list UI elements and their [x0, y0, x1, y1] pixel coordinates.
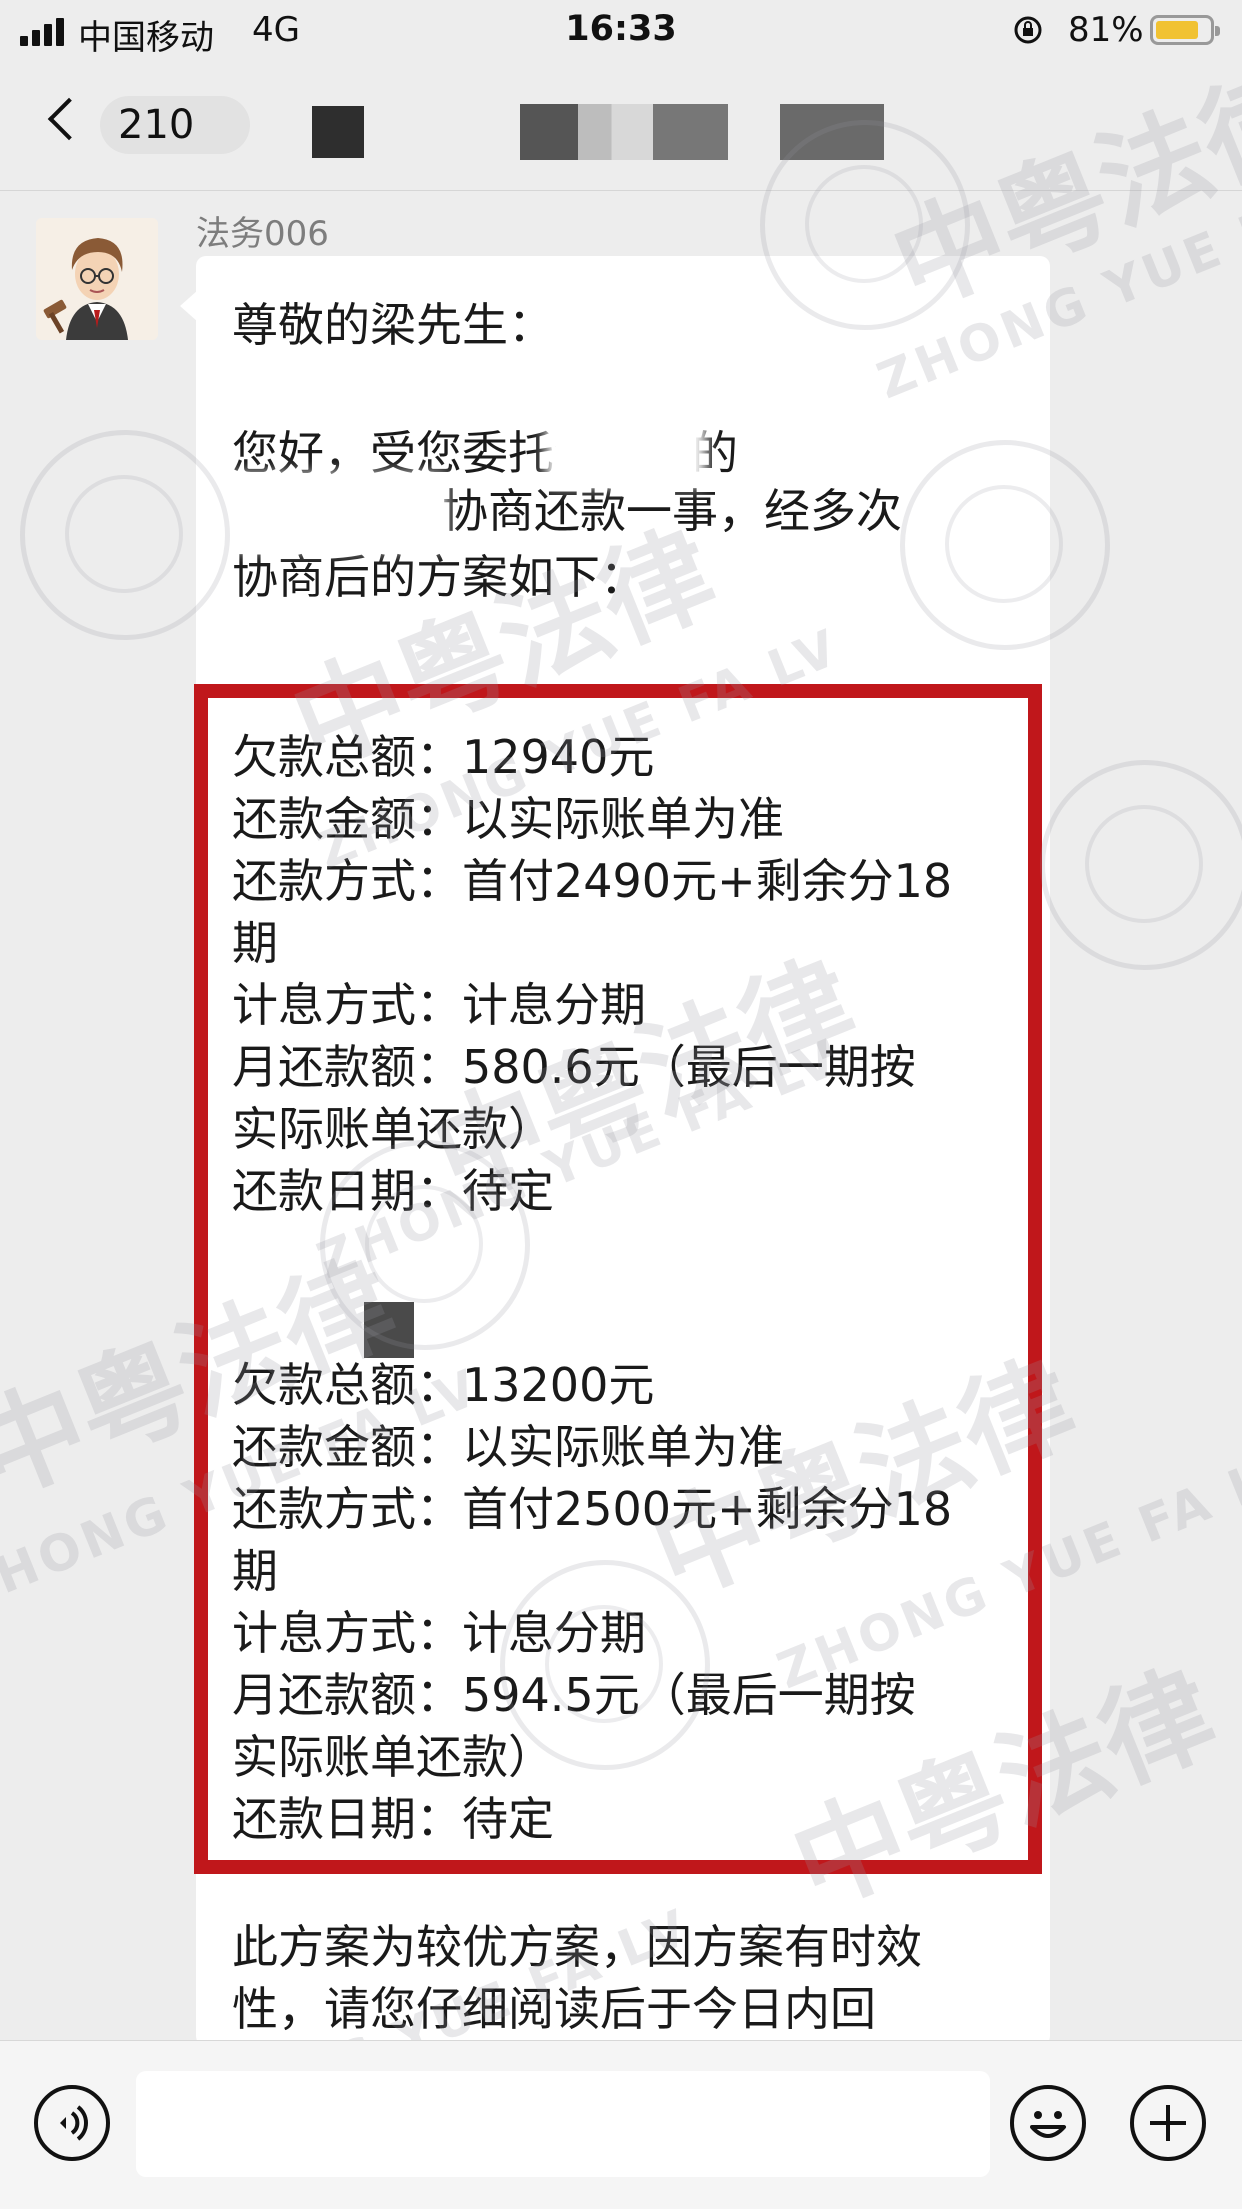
avatar[interactable]	[36, 218, 158, 340]
chat-header: 210	[0, 62, 1242, 191]
plan2-monthly: 月还款额：594.5元（最后一期按	[232, 1668, 916, 1722]
message-footer-line: 此方案为较优方案，因方案有时效	[232, 1920, 922, 1974]
back-button[interactable]: 210	[40, 90, 250, 160]
message-greeting: 尊敬的梁先生：	[232, 298, 554, 352]
status-bar: 中国移动 4G 16:33 81%	[0, 0, 1242, 62]
orientation-lock-icon	[1014, 16, 1042, 44]
plan2-repay-method: 还款方式：首付2500元+剩余分18	[232, 1482, 953, 1536]
plan2-total-debt: 欠款总额：13200元	[232, 1358, 655, 1412]
plus-button[interactable]	[1130, 2085, 1206, 2161]
plan2-repay-amount: 还款金额：以实际账单为准	[232, 1420, 784, 1474]
message-bubble[interactable]: 尊敬的梁先生： 您好，受您委托给我司的 协商还款一事，经多次 协商后的方案如下：…	[194, 256, 1050, 2046]
redacted-text	[556, 406, 696, 476]
plan1-monthly: 月还款额：580.6元（最后一期按	[232, 1040, 916, 1094]
input-bar	[0, 2040, 1242, 2209]
plan1-repay-amount: 还款金额：以实际账单为准	[232, 792, 784, 846]
battery-percent: 81%	[1068, 10, 1144, 50]
plus-icon	[1150, 2105, 1186, 2141]
redacted-text	[364, 1302, 414, 1358]
redacted-title-block	[312, 106, 364, 158]
clock: 16:33	[565, 9, 677, 49]
plan1-monthly-cont: 实际账单还款）	[232, 1102, 554, 1156]
voice-icon	[60, 2105, 88, 2141]
plan2-date: 还款日期：待定	[232, 1792, 554, 1846]
chevron-left-icon	[47, 97, 91, 141]
redacted-title-block	[780, 104, 884, 160]
emoji-button[interactable]	[1010, 2085, 1086, 2161]
message-footer-line: 性，请您仔细阅读后于今日内回	[232, 1982, 876, 2036]
watermark-seal-icon	[1040, 760, 1242, 970]
sender-name: 法务006	[196, 214, 329, 254]
battery-icon	[1150, 15, 1220, 45]
plan1-total-debt: 欠款总额：12940元	[232, 730, 655, 784]
voice-button[interactable]	[34, 2085, 110, 2161]
redacted-title-block	[520, 104, 728, 160]
message-intro-line: 协商后的方案如下：	[232, 550, 646, 604]
redacted-text	[236, 484, 436, 540]
plan2-monthly-cont: 实际账单还款）	[232, 1730, 554, 1784]
plan1-date: 还款日期：待定	[232, 1164, 554, 1218]
plan2-repay-method-cont: 期	[232, 1544, 278, 1598]
emoji-icon	[1030, 2111, 1066, 2138]
message-input[interactable]	[136, 2071, 990, 2177]
plan2-interest-method: 计息方式：计息分期	[232, 1606, 646, 1660]
plan1-interest-method: 计息方式：计息分期	[232, 978, 646, 1032]
lawyer-avatar-icon	[36, 218, 158, 340]
plan1-repay-method-cont: 期	[232, 916, 278, 970]
message-intro-line: 协商还款一事，经多次	[442, 484, 902, 538]
plan1-repay-method: 还款方式：首付2490元+剩余分18	[232, 854, 953, 908]
unread-count: 210	[100, 96, 250, 154]
